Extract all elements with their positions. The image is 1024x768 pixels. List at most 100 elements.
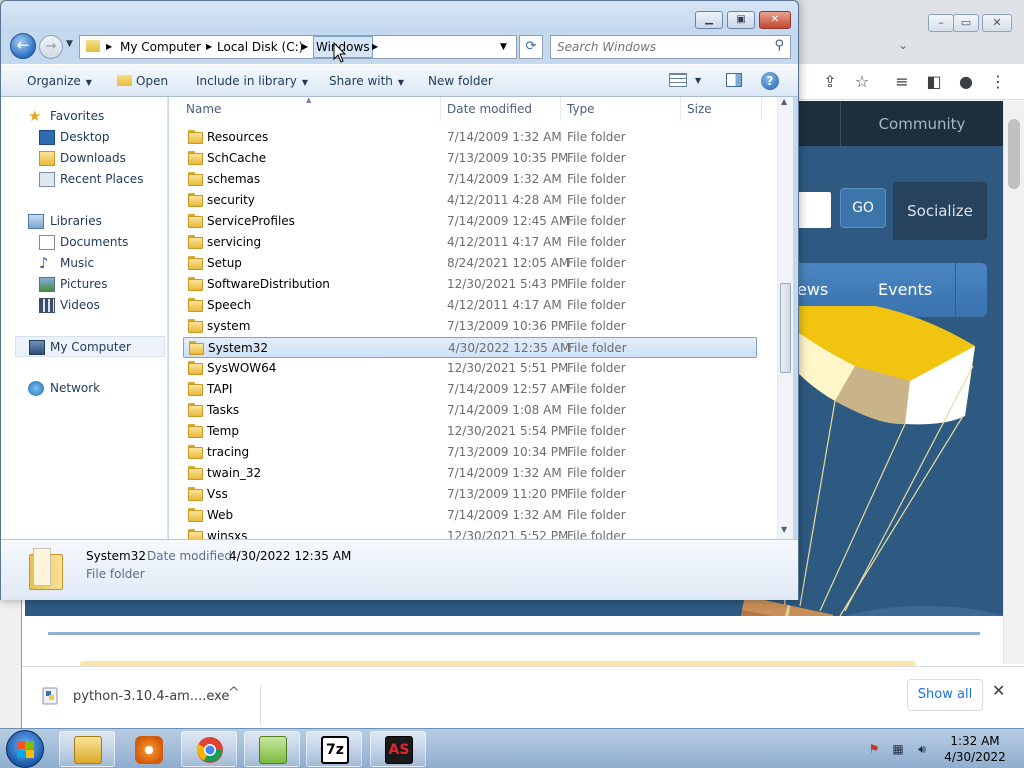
breadcrumb-arrow-icon[interactable]: ▶ bbox=[206, 36, 212, 58]
close-button[interactable]: ✕ bbox=[759, 11, 791, 29]
include-in-library-button[interactable]: Include in library ▼ bbox=[196, 65, 308, 97]
file-row[interactable]: twain_32 7/14/2009 1:32 AM File folder bbox=[183, 463, 757, 484]
column-header-size[interactable]: Size bbox=[687, 97, 712, 121]
column-header-date-modified[interactable]: Date modified bbox=[447, 97, 532, 121]
taskbar-media-player-button[interactable] bbox=[120, 731, 176, 767]
maximize-button[interactable]: ▣ bbox=[727, 11, 755, 29]
column-header-type[interactable]: Type bbox=[567, 97, 595, 121]
site-go-button[interactable]: GO bbox=[840, 188, 886, 228]
nav-favorites[interactable]: ★ Favorites bbox=[1, 106, 161, 127]
file-row[interactable]: winsxs 12/30/2021 5:52 PM File folder bbox=[183, 526, 757, 539]
taskbar-chrome-button[interactable] bbox=[181, 731, 237, 767]
nav-downloads[interactable]: Downloads bbox=[1, 148, 161, 169]
side-panel-icon[interactable]: ◧ bbox=[922, 70, 946, 94]
download-item[interactable]: python-3.10.4-am....exe ^ bbox=[22, 675, 261, 725]
breadcrumb-arrow-icon[interactable]: ▶ bbox=[302, 36, 308, 58]
help-icon[interactable]: ? bbox=[761, 72, 779, 90]
forward-arrow-icon[interactable]: → bbox=[39, 35, 63, 59]
bookmark-star-icon[interactable]: ☆ bbox=[850, 70, 874, 94]
file-row[interactable]: TAPI 7/14/2009 12:57 AM File folder bbox=[183, 379, 757, 400]
file-row[interactable]: SchCache 7/13/2009 10:35 PM File folder bbox=[183, 148, 757, 169]
file-row-selected[interactable]: System32 4/30/2022 12:35 AM File folder bbox=[183, 337, 757, 358]
file-row[interactable]: Tasks 7/14/2009 1:08 AM File folder bbox=[183, 400, 757, 421]
file-row[interactable]: tracing 7/13/2009 10:34 PM File folder bbox=[183, 442, 757, 463]
file-row[interactable]: schemas 7/14/2009 1:32 AM File folder bbox=[183, 169, 757, 190]
chrome-minimize-button[interactable]: – bbox=[928, 14, 954, 32]
taskbar-explorer-button[interactable] bbox=[59, 731, 115, 767]
breadcrumb-my-computer[interactable]: My Computer bbox=[120, 36, 201, 58]
file-row[interactable]: ServiceProfiles 7/14/2009 12:45 AM File fo… bbox=[183, 211, 757, 232]
minimize-button[interactable]: ▁ bbox=[695, 11, 723, 29]
explorer-title-bar[interactable]: ▁ ▣ ✕ bbox=[1, 1, 798, 31]
system-clock[interactable]: 1:32 AM 4/30/2022 bbox=[940, 733, 1010, 765]
action-center-flag-icon[interactable]: ⚑ bbox=[866, 742, 882, 756]
address-bar[interactable]: ▶ My Computer ▶ Local Disk (C:) ▶ Window… bbox=[79, 35, 517, 59]
nav-videos[interactable]: Videos bbox=[1, 295, 161, 316]
network-tray-icon[interactable]: ▦ bbox=[890, 742, 906, 756]
chrome-close-button[interactable]: ✕ bbox=[982, 14, 1012, 32]
chevron-down-icon[interactable]: ⌄ bbox=[898, 38, 908, 52]
file-row[interactable]: Vss 7/13/2009 11:20 PM File folder bbox=[183, 484, 757, 505]
back-arrow-icon[interactable]: ← bbox=[10, 33, 36, 59]
column-divider[interactable] bbox=[680, 97, 681, 121]
site-search-input[interactable] bbox=[795, 192, 831, 228]
scroll-down-arrow-icon[interactable]: ▼ bbox=[781, 525, 787, 534]
file-row[interactable]: system 7/13/2009 10:36 PM File folder bbox=[183, 316, 757, 337]
profile-avatar-icon[interactable]: ● bbox=[954, 70, 978, 94]
search-input[interactable] bbox=[557, 39, 757, 55]
chevron-up-icon[interactable]: ^ bbox=[228, 685, 240, 701]
volume-icon[interactable]: 🔊︎ bbox=[914, 742, 930, 756]
nav-my-computer[interactable]: My Computer bbox=[15, 336, 165, 357]
nav-libraries[interactable]: Libraries bbox=[1, 211, 161, 232]
open-button[interactable]: Open bbox=[117, 65, 168, 97]
file-row[interactable]: servicing 4/12/2011 4:17 AM File folder bbox=[183, 232, 757, 253]
socialize-link[interactable]: Socialize bbox=[893, 182, 987, 240]
breadcrumb-local-disk[interactable]: Local Disk (C:) bbox=[217, 36, 303, 58]
column-divider[interactable] bbox=[440, 97, 441, 121]
nav-pictures[interactable]: Pictures bbox=[1, 274, 161, 295]
file-row[interactable]: Temp 12/30/2021 5:54 PM File folder bbox=[183, 421, 757, 442]
scroll-up-arrow-icon[interactable]: ▲ bbox=[781, 97, 787, 106]
address-dropdown-icon[interactable]: ▼ bbox=[500, 36, 507, 58]
share-with-button[interactable]: Share with ▼ bbox=[329, 65, 404, 97]
nav-community-link[interactable]: Community bbox=[840, 101, 1003, 146]
chrome-maximize-button[interactable]: ▭ bbox=[953, 14, 979, 32]
file-row[interactable]: Speech 4/12/2011 4:17 AM File folder bbox=[183, 295, 757, 316]
history-dropdown-icon[interactable]: ▼ bbox=[66, 39, 73, 49]
column-divider[interactable] bbox=[560, 97, 561, 121]
file-row[interactable]: Setup 8/24/2021 12:05 AM File folder bbox=[183, 253, 757, 274]
breadcrumb-arrow-icon[interactable]: ▶ bbox=[106, 36, 112, 58]
nav-network[interactable]: Network bbox=[1, 378, 161, 399]
refresh-icon[interactable]: ⟳ bbox=[519, 35, 543, 59]
start-button[interactable] bbox=[6, 730, 44, 768]
nav-recent-places[interactable]: Recent Places bbox=[1, 169, 161, 190]
column-header-name[interactable]: Name bbox=[186, 97, 221, 121]
nav-desktop[interactable]: Desktop bbox=[1, 127, 161, 148]
column-divider[interactable] bbox=[761, 97, 762, 121]
file-list-scrollbar-thumb[interactable] bbox=[780, 283, 791, 373]
file-row[interactable]: security 4/12/2011 4:28 AM File folder bbox=[183, 190, 757, 211]
file-row[interactable]: SoftwareDistribution 12/30/2021 5:43 PM Fi… bbox=[183, 274, 757, 295]
page-scrollbar-thumb[interactable] bbox=[1008, 119, 1020, 189]
file-row[interactable]: Web 7/14/2009 1:32 AM File folder bbox=[183, 505, 757, 526]
taskbar-autosplit-button[interactable]: AS bbox=[370, 731, 426, 767]
search-box[interactable]: ⚲ bbox=[550, 35, 791, 59]
chrome-menu-icon[interactable]: ⋮ bbox=[986, 70, 1010, 94]
show-all-downloads-button[interactable]: Show all bbox=[907, 679, 983, 711]
share-icon[interactable]: ⇪ bbox=[818, 70, 842, 94]
page-scrollbar[interactable] bbox=[1003, 101, 1024, 664]
file-row[interactable]: Resources 7/14/2009 1:32 AM File folder bbox=[183, 127, 757, 148]
change-view-icon[interactable] bbox=[669, 73, 687, 87]
breadcrumb-arrow-icon[interactable]: ▶ bbox=[372, 36, 378, 58]
preview-pane-icon[interactable] bbox=[726, 73, 742, 87]
file-row[interactable]: SysWOW64 12/30/2021 5:51 PM File folder bbox=[183, 358, 757, 379]
file-list-scrollbar[interactable]: ▲ ▼ bbox=[777, 97, 793, 539]
nav-music[interactable]: ♪ Music bbox=[1, 253, 161, 274]
close-icon[interactable]: ✕ bbox=[992, 681, 1005, 700]
chevron-down-icon[interactable]: ▼ bbox=[695, 65, 701, 97]
search-icon[interactable]: ⚲ bbox=[774, 38, 784, 53]
taskbar-notepad-plus-plus-button[interactable] bbox=[244, 731, 300, 767]
taskbar-7zip-button[interactable]: 7z bbox=[306, 731, 362, 767]
reading-list-icon[interactable]: ≡ bbox=[890, 70, 914, 94]
new-folder-button[interactable]: New folder bbox=[428, 65, 493, 97]
